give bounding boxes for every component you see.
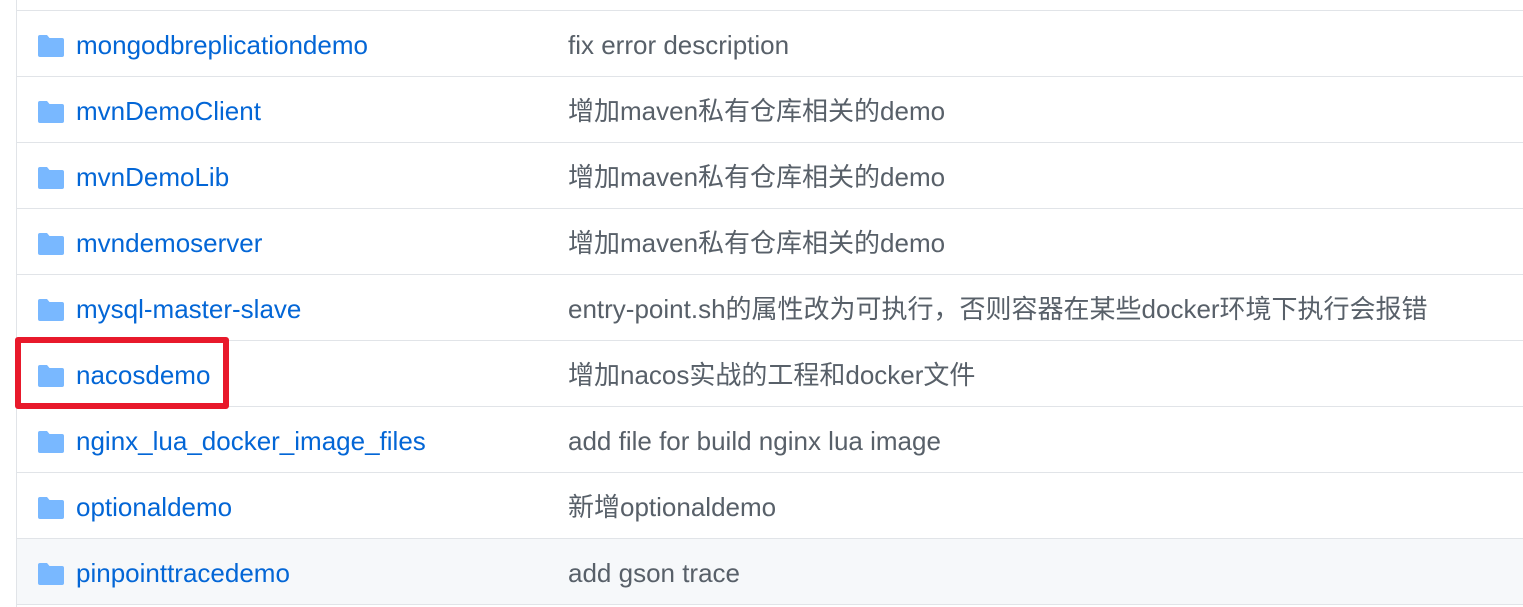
folder-icon [37, 497, 65, 519]
table-row[interactable]: mvnDemoLib 增加maven私有仓库相关的demo [17, 143, 1523, 209]
commit-message-link[interactable]: 增加maven私有仓库相关的demo [568, 161, 945, 193]
folder-link[interactable]: mysql-master-slave [76, 293, 301, 325]
folder-icon [37, 299, 65, 321]
table-row[interactable]: mvndemoserver 增加maven私有仓库相关的demo [17, 209, 1523, 275]
folder-link[interactable]: nacosdemo [76, 359, 210, 391]
folder-link[interactable]: mvnDemoClient [76, 95, 261, 127]
commit-message-link[interactable]: 新增optionaldemo [568, 491, 776, 523]
folder-link[interactable]: nginx_lua_docker_image_files [76, 425, 426, 457]
commit-message-link[interactable]: add file for build nginx lua image [568, 425, 941, 457]
table-row[interactable]: nginx_lua_docker_image_files add file for… [17, 407, 1523, 473]
table-row[interactable]: optionaldemo 新增optionaldemo [17, 473, 1523, 539]
folder-link[interactable]: mongodbreplicationdemo [76, 29, 368, 61]
commit-message-link[interactable]: 增加maven私有仓库相关的demo [568, 95, 945, 127]
table-row[interactable]: pinpointtracedemo add gson trace [17, 539, 1523, 605]
commit-message-link[interactable]: add gson trace [568, 557, 740, 589]
folder-link[interactable]: optionaldemo [76, 491, 232, 523]
folder-link[interactable]: mvndemoserver [76, 227, 262, 259]
folder-icon [37, 431, 65, 453]
file-list: mongodbreplicationdemo fix error descript… [16, 0, 1523, 607]
folder-icon [37, 365, 65, 387]
folder-link[interactable]: mvnDemoLib [76, 161, 229, 193]
folder-link[interactable]: pinpointtracedemo [76, 557, 290, 589]
folder-icon [37, 233, 65, 255]
table-row[interactable]: mongodbreplicationdemo fix error descript… [17, 11, 1523, 77]
folder-icon [37, 35, 65, 57]
folder-icon [37, 563, 65, 585]
table-row[interactable]: mysql-master-slave entry-point.sh的属性改为可执行… [17, 275, 1523, 341]
table-row[interactable]: mvnDemoClient 增加maven私有仓库相关的demo [17, 77, 1523, 143]
table-row[interactable]: nacosdemo 增加nacos实战的工程和docker文件 [17, 341, 1523, 407]
folder-icon [37, 101, 65, 123]
commit-message-link[interactable]: entry-point.sh的属性改为可执行，否则容器在某些docker环境下执… [568, 293, 1428, 325]
commit-message-link[interactable]: 增加nacos实战的工程和docker文件 [568, 359, 975, 391]
commit-message-link[interactable]: 增加maven私有仓库相关的demo [568, 227, 945, 259]
folder-icon [37, 167, 65, 189]
commit-message-link[interactable]: fix error description [568, 29, 789, 61]
